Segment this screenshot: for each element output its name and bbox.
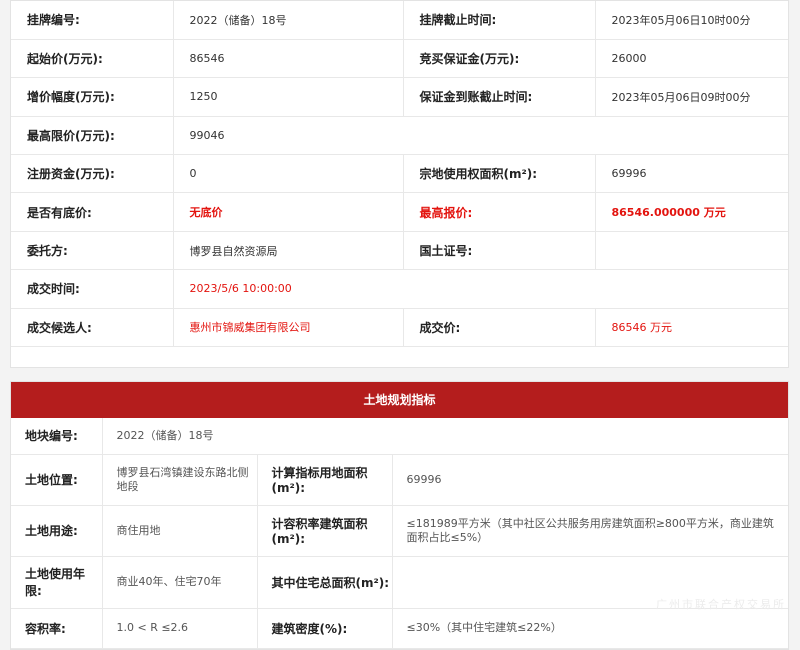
label-reserve-price: 是否有底价: xyxy=(11,192,174,232)
planning-table: 地块编号: 2022（储备）18号 土地位置: 博罗县石湾镇建设东路北侧地段 计… xyxy=(11,418,788,649)
label-calc-area: 计算指标用地面积(m²): xyxy=(257,454,393,506)
table-row: 成交候选人: 惠州市锦威集团有限公司 成交价: 86546 万元 xyxy=(11,308,788,348)
value-deal-time: 2023/5/6 10:00:00 xyxy=(173,269,788,309)
value-listing-no: 2022（储备）18号 xyxy=(173,1,404,40)
value-term: 商业40年、住宅70年 xyxy=(102,556,258,609)
label-max-price: 最高限价(万元): xyxy=(11,116,174,156)
label-deposit: 竞买保证金(万元): xyxy=(403,39,596,79)
label-land-use: 土地用途: xyxy=(11,505,103,557)
table-row: 土地用途: 商住用地 计容积率建筑面积(m²): ≤181989平方米（其中社区… xyxy=(11,505,788,557)
label-res-area: 其中住宅总面积(m²): xyxy=(257,556,393,609)
table-row: 注册资金(万元): 0 宗地使用权面积(m²): 69996 xyxy=(11,154,788,194)
watermark: 广州市联合产权交易所 xyxy=(656,598,786,611)
table-row: 最高限价(万元): 99046 xyxy=(11,116,788,156)
value-start-price: 86546 xyxy=(173,39,404,79)
label-reg-capital: 注册资金(万元): xyxy=(11,154,174,194)
table-row: 挂牌编号: 2022（储备）18号 挂牌截止时间: 2023年05月06日10时… xyxy=(11,1,788,40)
label-location: 土地位置: xyxy=(11,454,103,506)
value-far: 1.0 < R ≤2.6 xyxy=(102,608,258,649)
label-entrusting-party: 委托方: xyxy=(11,231,174,271)
planning-title: 土地规划指标 xyxy=(11,382,788,418)
value-reserve-price: 无底价 xyxy=(173,192,404,232)
label-deposit-deadline: 保证金到账截止时间: xyxy=(403,77,596,117)
label-highest-bid: 最高报价: xyxy=(403,192,596,232)
table-row: 土地位置: 博罗县石湾镇建设东路北侧地段 计算指标用地面积(m²): 69996 xyxy=(11,454,788,506)
label-land-cert: 国土证号: xyxy=(403,231,596,271)
listing-table: 挂牌编号: 2022（储备）18号 挂牌截止时间: 2023年05月06日10时… xyxy=(11,1,788,348)
value-location: 博罗县石湾镇建设东路北侧地段 xyxy=(102,454,258,506)
value-entrusting-party: 博罗县自然资源局 xyxy=(173,231,404,271)
value-deal-price: 86546 万元 xyxy=(595,308,788,348)
label-listing-deadline: 挂牌截止时间: xyxy=(403,1,596,40)
label-deal-time: 成交时间: xyxy=(11,269,174,309)
value-deposit: 26000 xyxy=(595,39,788,79)
value-density: ≤30%（其中住宅建筑≤22%） xyxy=(392,608,788,649)
listing-panel: 挂牌编号: 2022（储备）18号 挂牌截止时间: 2023年05月06日10时… xyxy=(10,0,789,368)
table-row: 是否有底价: 无底价 最高报价: 86546.000000 万元 xyxy=(11,192,788,232)
value-deposit-deadline: 2023年05月06日09时00分 xyxy=(595,77,788,117)
table-row: 增价幅度(万元): 1250 保证金到账截止时间: 2023年05月06日09时… xyxy=(11,77,788,117)
label-deal-price: 成交价: xyxy=(403,308,596,348)
label-winner: 成交候选人: xyxy=(11,308,174,348)
table-row: 成交时间: 2023/5/6 10:00:00 xyxy=(11,269,788,309)
label-density: 建筑密度(%): xyxy=(257,608,393,649)
label-parcel-no: 地块编号: xyxy=(11,418,103,455)
value-parcel-no: 2022（储备）18号 xyxy=(102,418,788,455)
value-increment: 1250 xyxy=(173,77,404,117)
value-max-price: 99046 xyxy=(173,116,788,156)
value-calc-area: 69996 xyxy=(392,454,788,506)
label-land-area: 宗地使用权面积(m²): xyxy=(403,154,596,194)
label-term: 土地使用年限: xyxy=(11,556,103,609)
label-listing-no: 挂牌编号: xyxy=(11,1,174,40)
table-row: 委托方: 博罗县自然资源局 国土证号: xyxy=(11,231,788,271)
value-land-use: 商住用地 xyxy=(102,505,258,557)
value-land-area: 69996 xyxy=(595,154,788,194)
value-highest-bid: 86546.000000 万元 xyxy=(595,192,788,232)
table-row: 容积率: 1.0 < R ≤2.6 建筑密度(%): ≤30%（其中住宅建筑≤2… xyxy=(11,608,788,649)
value-far-area: ≤181989平方米（其中社区公共服务用房建筑面积≥800平方米，商业建筑面积占… xyxy=(392,505,788,557)
table-row: 地块编号: 2022（储备）18号 xyxy=(11,418,788,455)
value-reg-capital: 0 xyxy=(173,154,404,194)
label-increment: 增价幅度(万元): xyxy=(11,77,174,117)
value-listing-deadline: 2023年05月06日10时00分 xyxy=(595,1,788,40)
label-start-price: 起始价(万元): xyxy=(11,39,174,79)
label-far: 容积率: xyxy=(11,608,103,649)
value-land-cert xyxy=(595,231,788,271)
value-winner[interactable]: 惠州市锦威集团有限公司 xyxy=(173,308,404,348)
label-far-area: 计容积率建筑面积(m²): xyxy=(257,505,393,557)
table-row: 起始价(万元): 86546 竞买保证金(万元): 26000 xyxy=(11,39,788,79)
